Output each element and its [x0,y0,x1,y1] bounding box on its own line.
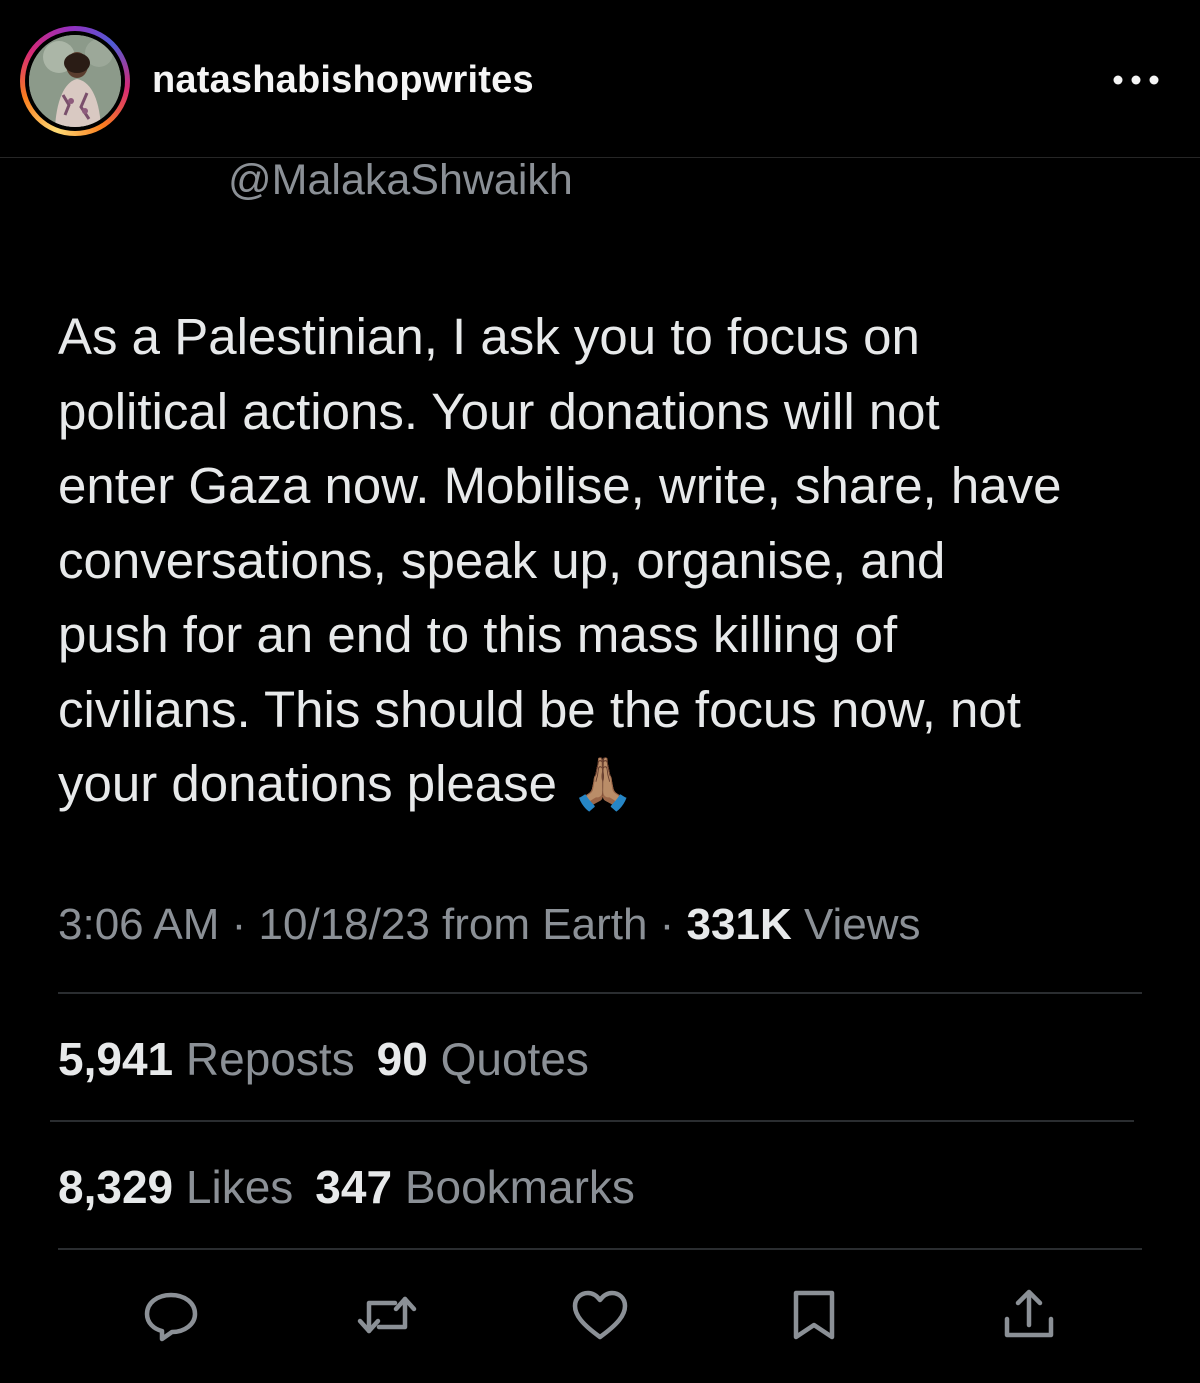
avatar-photo-icon [29,35,121,127]
like-heart-icon[interactable] [570,1287,630,1343]
avatar[interactable] [29,35,121,127]
timestamp[interactable]: 3:06 AM · 10/18/23 from Earth · [58,900,687,949]
divider [50,1120,1134,1122]
retweet-icon[interactable] [355,1287,417,1343]
username[interactable]: natashabishopwrites [152,58,534,102]
reposts-label: Reposts [185,1033,355,1085]
tweet-handle[interactable]: @MalakaShwaikh [228,154,573,206]
quotes-stat[interactable]: 90 Quotes [377,1033,589,1085]
bookmarks-label: Bookmarks [404,1161,635,1213]
more-horizontal-icon[interactable] [1112,70,1160,90]
views-count: 331K [686,900,792,949]
likes-bookmarks-row: 8,329 Likes 347 Bookmarks [58,1159,635,1215]
bookmarks-count: 347 [315,1161,393,1213]
likes-label: Likes [185,1161,294,1213]
tweet-body: As a Palestinian, I ask you to focus on … [58,308,1062,812]
praying-hands-emoji-icon: 🙏🏽 [571,755,635,812]
header-divider [0,157,1200,158]
quotes-label: Quotes [440,1033,589,1085]
quotes-count: 90 [376,1033,428,1085]
share-icon[interactable] [999,1287,1059,1343]
likes-count: 8,329 [58,1161,174,1213]
reposts-count: 5,941 [58,1033,174,1085]
instagram-post-header: natashabishopwrites [0,0,1200,157]
story-ring[interactable] [20,26,130,136]
reposts-quotes-row: 5,941 Reposts 90 Quotes [58,1031,589,1087]
divider [58,1248,1142,1250]
bookmark-icon[interactable] [784,1287,844,1343]
tweet-text: As a Palestinian, I ask you to focus on … [58,300,1168,822]
views-label: Views [791,900,921,949]
bookmarks-stat[interactable]: 347 Bookmarks [315,1161,635,1213]
divider [58,992,1142,994]
reply-icon[interactable] [141,1287,201,1343]
tweet-meta: 3:06 AM · 10/18/23 from Earth · 331K Vie… [58,898,921,952]
likes-stat[interactable]: 8,329 Likes [58,1161,293,1213]
reposts-stat[interactable]: 5,941 Reposts [58,1033,355,1085]
